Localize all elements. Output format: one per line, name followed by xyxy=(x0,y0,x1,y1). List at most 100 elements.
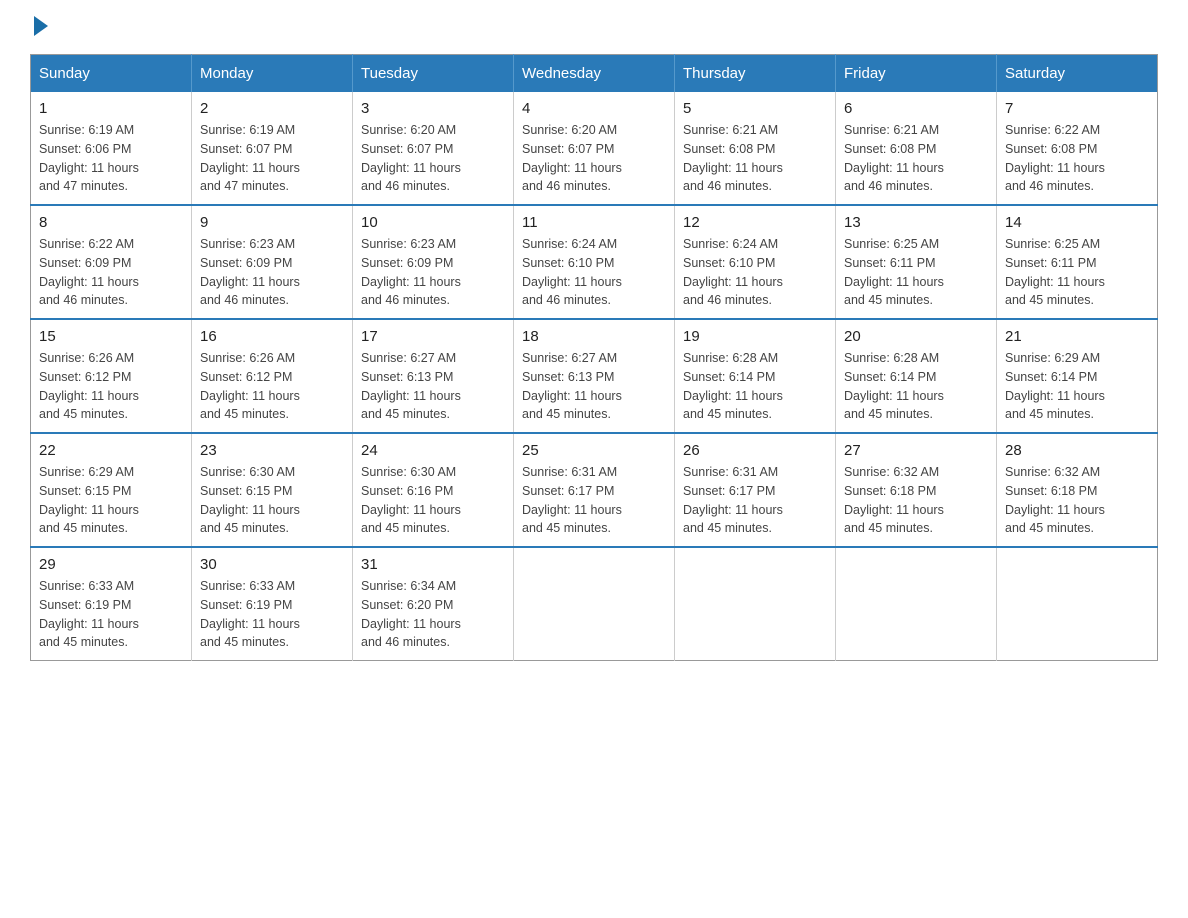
page-header xyxy=(30,20,1158,34)
calendar-cell: 16 Sunrise: 6:26 AMSunset: 6:12 PMDaylig… xyxy=(192,319,353,433)
calendar-cell: 23 Sunrise: 6:30 AMSunset: 6:15 PMDaylig… xyxy=(192,433,353,547)
day-number: 20 xyxy=(844,328,988,345)
day-info: Sunrise: 6:21 AMSunset: 6:08 PMDaylight:… xyxy=(683,121,827,196)
day-info: Sunrise: 6:19 AMSunset: 6:07 PMDaylight:… xyxy=(200,121,344,196)
day-number: 15 xyxy=(39,328,183,345)
day-info: Sunrise: 6:25 AMSunset: 6:11 PMDaylight:… xyxy=(844,235,988,310)
day-number: 1 xyxy=(39,100,183,117)
day-number: 3 xyxy=(361,100,505,117)
day-number: 2 xyxy=(200,100,344,117)
day-number: 12 xyxy=(683,214,827,231)
day-info: Sunrise: 6:31 AMSunset: 6:17 PMDaylight:… xyxy=(683,463,827,538)
day-info: Sunrise: 6:33 AMSunset: 6:19 PMDaylight:… xyxy=(200,577,344,652)
calendar-cell: 26 Sunrise: 6:31 AMSunset: 6:17 PMDaylig… xyxy=(675,433,836,547)
day-number: 27 xyxy=(844,442,988,459)
day-info: Sunrise: 6:26 AMSunset: 6:12 PMDaylight:… xyxy=(200,349,344,424)
calendar-week-3: 15 Sunrise: 6:26 AMSunset: 6:12 PMDaylig… xyxy=(31,319,1158,433)
calendar-header-monday: Monday xyxy=(192,55,353,93)
day-number: 30 xyxy=(200,556,344,573)
day-info: Sunrise: 6:27 AMSunset: 6:13 PMDaylight:… xyxy=(361,349,505,424)
day-info: Sunrise: 6:30 AMSunset: 6:16 PMDaylight:… xyxy=(361,463,505,538)
day-info: Sunrise: 6:32 AMSunset: 6:18 PMDaylight:… xyxy=(1005,463,1149,538)
calendar-header-wednesday: Wednesday xyxy=(514,55,675,93)
calendar-cell: 13 Sunrise: 6:25 AMSunset: 6:11 PMDaylig… xyxy=(836,205,997,319)
calendar-cell: 12 Sunrise: 6:24 AMSunset: 6:10 PMDaylig… xyxy=(675,205,836,319)
day-number: 18 xyxy=(522,328,666,345)
day-number: 26 xyxy=(683,442,827,459)
day-number: 25 xyxy=(522,442,666,459)
calendar-cell: 24 Sunrise: 6:30 AMSunset: 6:16 PMDaylig… xyxy=(353,433,514,547)
day-info: Sunrise: 6:23 AMSunset: 6:09 PMDaylight:… xyxy=(200,235,344,310)
day-info: Sunrise: 6:29 AMSunset: 6:14 PMDaylight:… xyxy=(1005,349,1149,424)
calendar-cell: 21 Sunrise: 6:29 AMSunset: 6:14 PMDaylig… xyxy=(997,319,1158,433)
day-number: 13 xyxy=(844,214,988,231)
calendar-cell: 14 Sunrise: 6:25 AMSunset: 6:11 PMDaylig… xyxy=(997,205,1158,319)
calendar-cell: 2 Sunrise: 6:19 AMSunset: 6:07 PMDayligh… xyxy=(192,92,353,205)
day-info: Sunrise: 6:24 AMSunset: 6:10 PMDaylight:… xyxy=(522,235,666,310)
day-number: 7 xyxy=(1005,100,1149,117)
day-number: 11 xyxy=(522,214,666,231)
day-number: 9 xyxy=(200,214,344,231)
calendar-cell: 11 Sunrise: 6:24 AMSunset: 6:10 PMDaylig… xyxy=(514,205,675,319)
calendar-cell: 25 Sunrise: 6:31 AMSunset: 6:17 PMDaylig… xyxy=(514,433,675,547)
day-number: 19 xyxy=(683,328,827,345)
calendar-cell xyxy=(675,547,836,661)
day-info: Sunrise: 6:28 AMSunset: 6:14 PMDaylight:… xyxy=(844,349,988,424)
calendar-cell: 27 Sunrise: 6:32 AMSunset: 6:18 PMDaylig… xyxy=(836,433,997,547)
calendar-cell: 9 Sunrise: 6:23 AMSunset: 6:09 PMDayligh… xyxy=(192,205,353,319)
day-info: Sunrise: 6:31 AMSunset: 6:17 PMDaylight:… xyxy=(522,463,666,538)
day-number: 14 xyxy=(1005,214,1149,231)
day-number: 17 xyxy=(361,328,505,345)
day-info: Sunrise: 6:25 AMSunset: 6:11 PMDaylight:… xyxy=(1005,235,1149,310)
day-info: Sunrise: 6:29 AMSunset: 6:15 PMDaylight:… xyxy=(39,463,183,538)
calendar-header-thursday: Thursday xyxy=(675,55,836,93)
calendar-cell: 10 Sunrise: 6:23 AMSunset: 6:09 PMDaylig… xyxy=(353,205,514,319)
day-info: Sunrise: 6:34 AMSunset: 6:20 PMDaylight:… xyxy=(361,577,505,652)
calendar-cell: 7 Sunrise: 6:22 AMSunset: 6:08 PMDayligh… xyxy=(997,92,1158,205)
calendar-table: SundayMondayTuesdayWednesdayThursdayFrid… xyxy=(30,54,1158,661)
day-info: Sunrise: 6:27 AMSunset: 6:13 PMDaylight:… xyxy=(522,349,666,424)
calendar-cell xyxy=(997,547,1158,661)
calendar-cell: 29 Sunrise: 6:33 AMSunset: 6:19 PMDaylig… xyxy=(31,547,192,661)
calendar-cell: 31 Sunrise: 6:34 AMSunset: 6:20 PMDaylig… xyxy=(353,547,514,661)
day-number: 6 xyxy=(844,100,988,117)
calendar-header-tuesday: Tuesday xyxy=(353,55,514,93)
logo-arrow-icon xyxy=(34,16,48,36)
day-info: Sunrise: 6:20 AMSunset: 6:07 PMDaylight:… xyxy=(361,121,505,196)
calendar-cell: 17 Sunrise: 6:27 AMSunset: 6:13 PMDaylig… xyxy=(353,319,514,433)
day-info: Sunrise: 6:21 AMSunset: 6:08 PMDaylight:… xyxy=(844,121,988,196)
day-number: 16 xyxy=(200,328,344,345)
day-info: Sunrise: 6:30 AMSunset: 6:15 PMDaylight:… xyxy=(200,463,344,538)
calendar-cell: 8 Sunrise: 6:22 AMSunset: 6:09 PMDayligh… xyxy=(31,205,192,319)
day-number: 28 xyxy=(1005,442,1149,459)
day-number: 4 xyxy=(522,100,666,117)
logo xyxy=(30,20,48,34)
calendar-header-row: SundayMondayTuesdayWednesdayThursdayFrid… xyxy=(31,55,1158,93)
calendar-cell: 15 Sunrise: 6:26 AMSunset: 6:12 PMDaylig… xyxy=(31,319,192,433)
calendar-cell xyxy=(514,547,675,661)
day-info: Sunrise: 6:32 AMSunset: 6:18 PMDaylight:… xyxy=(844,463,988,538)
day-number: 5 xyxy=(683,100,827,117)
day-number: 24 xyxy=(361,442,505,459)
calendar-cell: 18 Sunrise: 6:27 AMSunset: 6:13 PMDaylig… xyxy=(514,319,675,433)
day-number: 21 xyxy=(1005,328,1149,345)
day-number: 10 xyxy=(361,214,505,231)
calendar-week-4: 22 Sunrise: 6:29 AMSunset: 6:15 PMDaylig… xyxy=(31,433,1158,547)
calendar-cell: 30 Sunrise: 6:33 AMSunset: 6:19 PMDaylig… xyxy=(192,547,353,661)
calendar-cell: 3 Sunrise: 6:20 AMSunset: 6:07 PMDayligh… xyxy=(353,92,514,205)
day-info: Sunrise: 6:22 AMSunset: 6:09 PMDaylight:… xyxy=(39,235,183,310)
calendar-cell xyxy=(836,547,997,661)
day-number: 8 xyxy=(39,214,183,231)
day-info: Sunrise: 6:22 AMSunset: 6:08 PMDaylight:… xyxy=(1005,121,1149,196)
calendar-cell: 4 Sunrise: 6:20 AMSunset: 6:07 PMDayligh… xyxy=(514,92,675,205)
calendar-cell: 22 Sunrise: 6:29 AMSunset: 6:15 PMDaylig… xyxy=(31,433,192,547)
day-info: Sunrise: 6:23 AMSunset: 6:09 PMDaylight:… xyxy=(361,235,505,310)
calendar-cell: 19 Sunrise: 6:28 AMSunset: 6:14 PMDaylig… xyxy=(675,319,836,433)
day-info: Sunrise: 6:26 AMSunset: 6:12 PMDaylight:… xyxy=(39,349,183,424)
calendar-week-5: 29 Sunrise: 6:33 AMSunset: 6:19 PMDaylig… xyxy=(31,547,1158,661)
calendar-week-2: 8 Sunrise: 6:22 AMSunset: 6:09 PMDayligh… xyxy=(31,205,1158,319)
calendar-cell: 6 Sunrise: 6:21 AMSunset: 6:08 PMDayligh… xyxy=(836,92,997,205)
day-number: 31 xyxy=(361,556,505,573)
calendar-cell: 5 Sunrise: 6:21 AMSunset: 6:08 PMDayligh… xyxy=(675,92,836,205)
day-info: Sunrise: 6:28 AMSunset: 6:14 PMDaylight:… xyxy=(683,349,827,424)
